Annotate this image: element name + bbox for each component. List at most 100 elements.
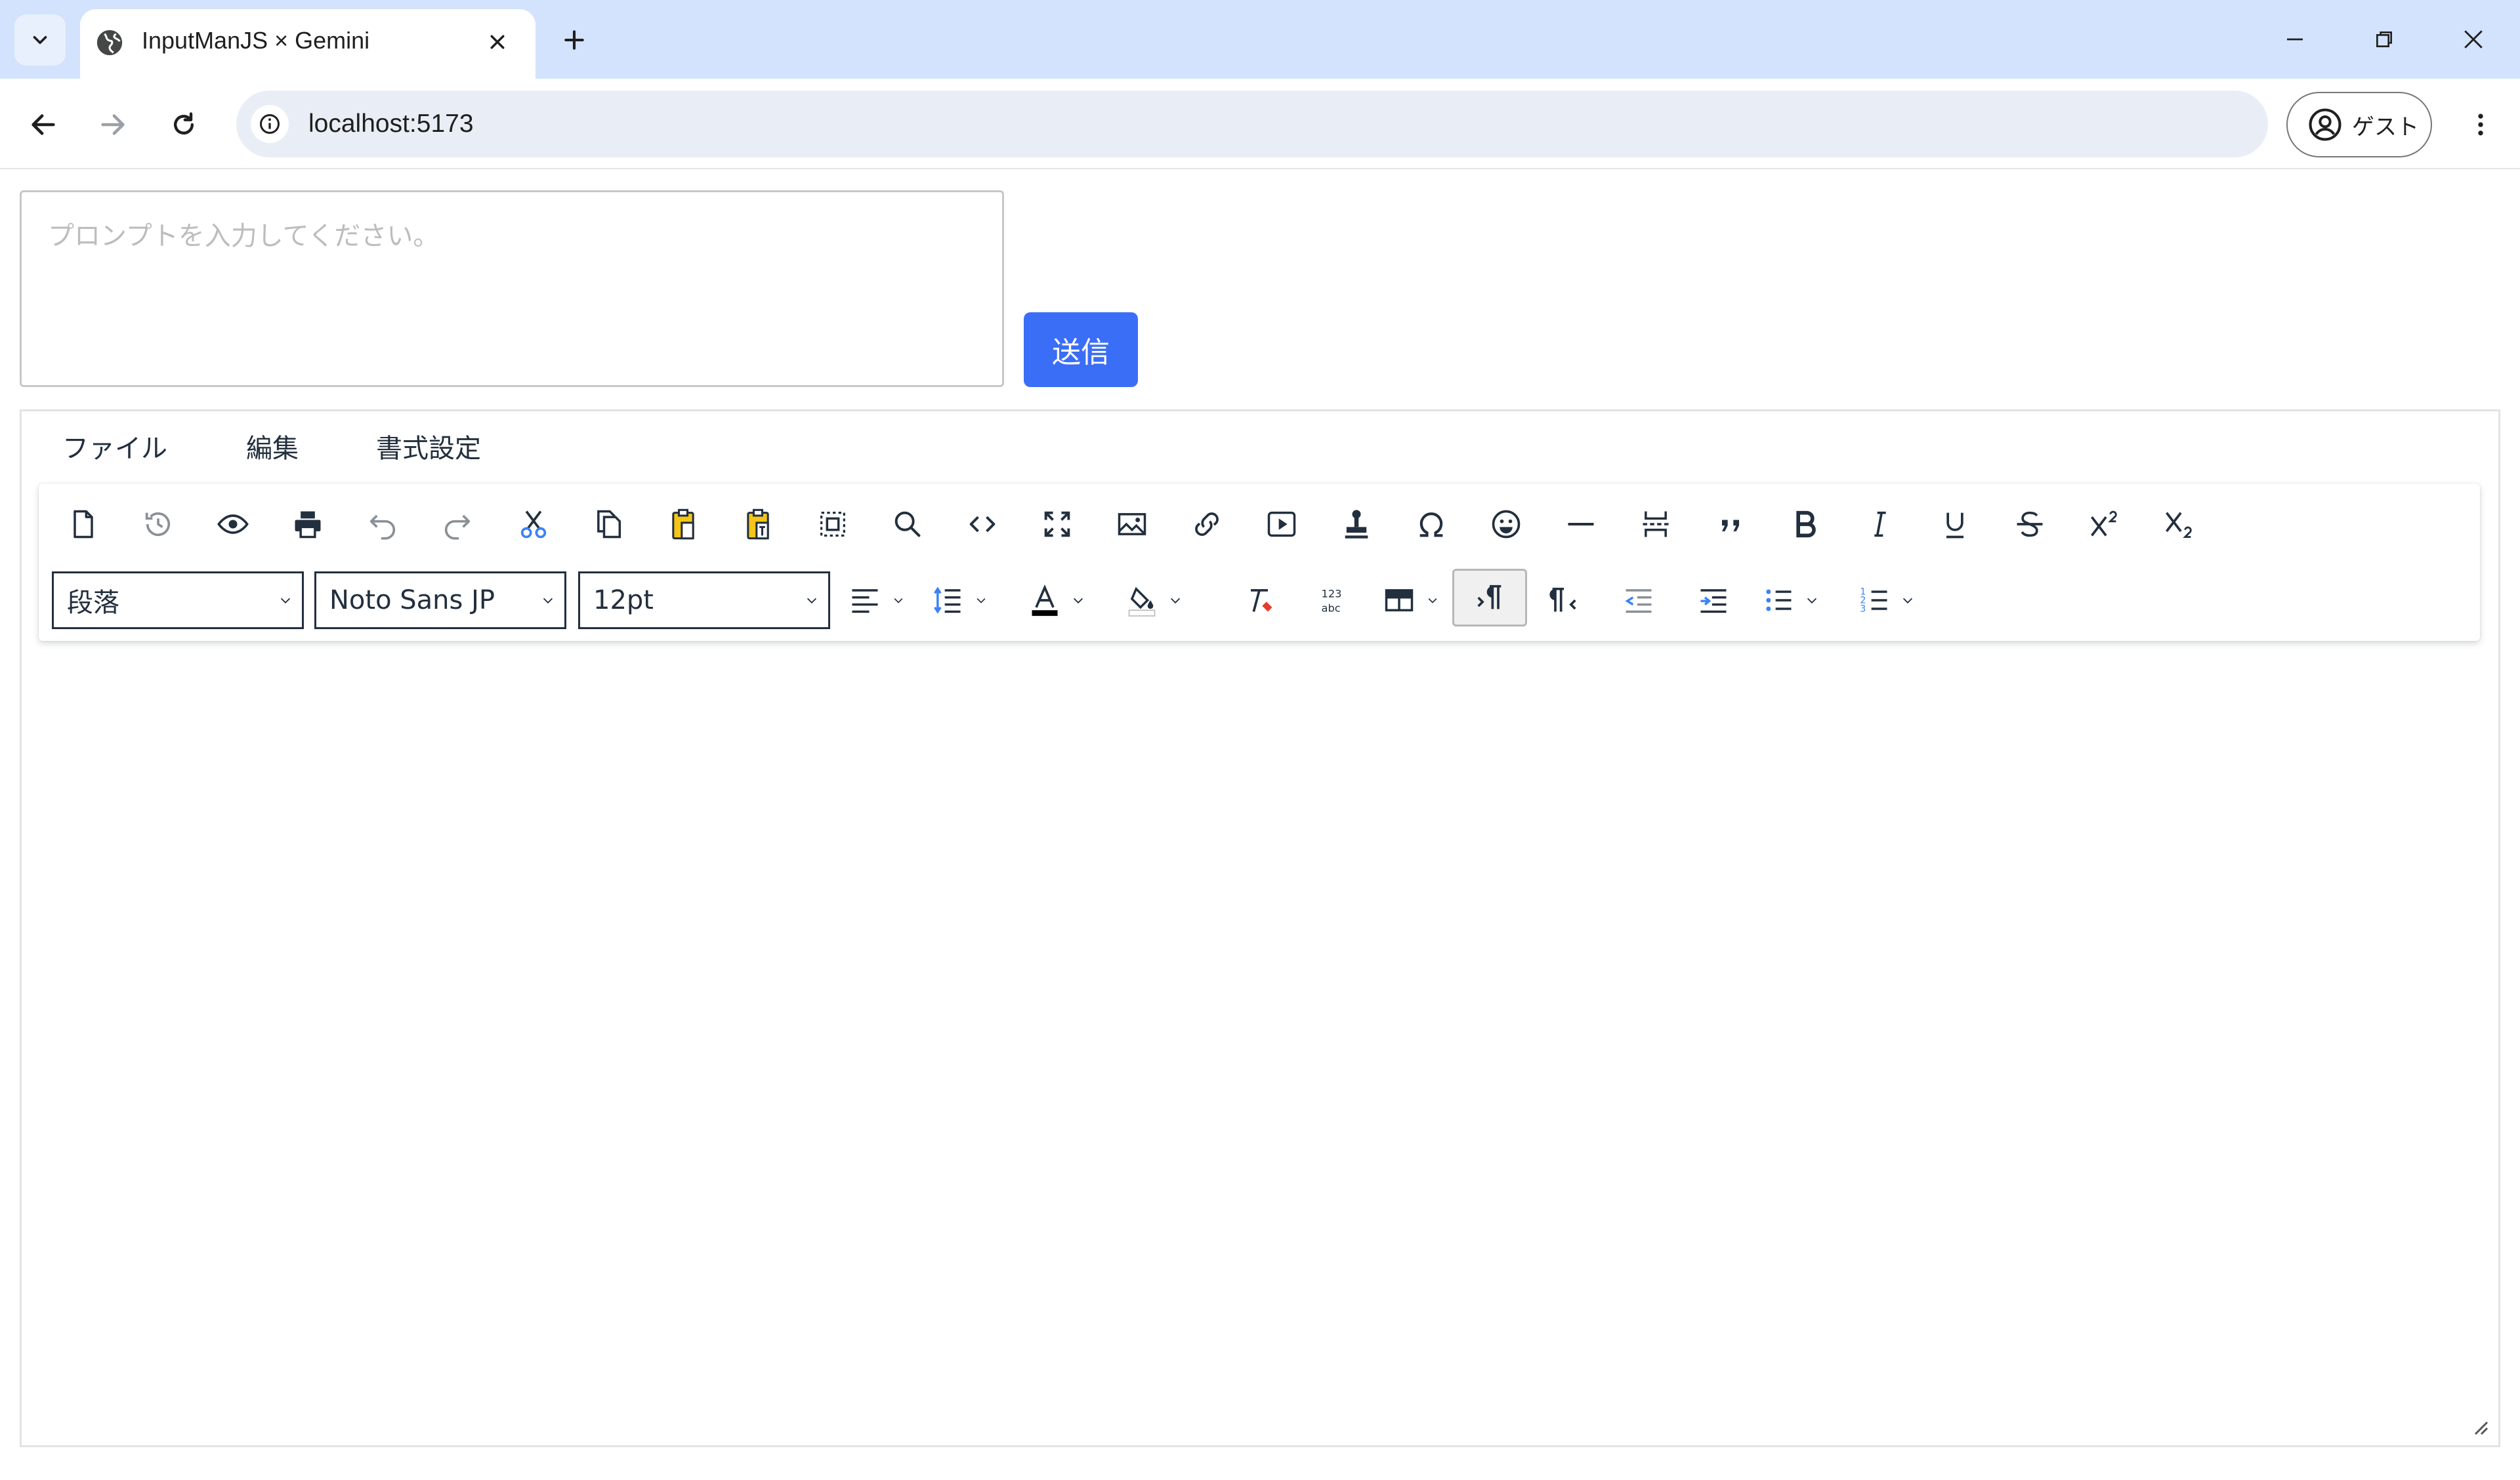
page-content: 送信 ファイル 編集 書式設定 <box>0 169 2520 1480</box>
copy-icon <box>597 510 621 539</box>
bullet-list-button[interactable] <box>1757 571 1824 629</box>
highlight-color-button[interactable] <box>1120 571 1187 629</box>
table-button[interactable] <box>1377 571 1444 629</box>
font-size-select[interactable]: 12pt <box>578 571 830 629</box>
chevron-down-icon <box>543 598 553 604</box>
preview-button[interactable] <box>201 493 264 556</box>
editor-content-area[interactable] <box>22 645 2498 1445</box>
chevron-down-icon <box>280 598 291 604</box>
prompt-input[interactable] <box>20 190 1004 387</box>
chevron-down-icon <box>976 598 986 604</box>
print-button[interactable] <box>276 493 339 556</box>
send-button[interactable]: 送信 <box>1024 312 1138 387</box>
chevron-down-icon <box>1170 598 1181 604</box>
special-character-button[interactable] <box>1400 493 1463 556</box>
tab-search-button[interactable] <box>14 14 66 66</box>
horizontal-line-button[interactable] <box>1549 493 1612 556</box>
search-icon <box>894 511 921 537</box>
active-tab[interactable]: InputManJS × Gemini <box>80 9 536 79</box>
profile-label: ゲスト <box>2352 113 2419 140</box>
ltr-button[interactable] <box>1452 569 1527 627</box>
image-button[interactable] <box>1101 493 1164 556</box>
undo-button[interactable] <box>351 493 414 556</box>
preview-icon <box>217 514 249 534</box>
profile-button[interactable]: ゲスト <box>2286 92 2432 157</box>
paint-bucket-icon <box>1128 586 1156 617</box>
paste-text-button[interactable] <box>726 493 789 556</box>
blockquote-button[interactable] <box>1699 493 1762 556</box>
outdent-icon <box>1625 589 1652 613</box>
table-icon <box>1385 589 1414 611</box>
align-button[interactable] <box>843 571 910 629</box>
emoji-button[interactable] <box>1475 493 1538 556</box>
strikethrough-icon <box>2017 511 2043 537</box>
underline-button[interactable] <box>1923 493 1986 556</box>
superscript-icon <box>2091 510 2117 537</box>
redo-button[interactable] <box>426 493 489 556</box>
history-button[interactable] <box>127 493 190 556</box>
minimize-button[interactable] <box>2259 12 2331 67</box>
menu-format[interactable]: 書式設定 <box>376 426 481 472</box>
fullscreen-icon <box>1044 511 1070 537</box>
media-icon <box>1267 511 1296 537</box>
reload-button[interactable] <box>158 98 210 151</box>
font-family-select[interactable]: Noto Sans JP <box>314 571 566 629</box>
bold-button[interactable] <box>1774 493 1837 556</box>
restore-icon <box>2376 31 2392 47</box>
history-icon <box>145 512 171 537</box>
reload-icon <box>173 112 194 135</box>
subscript-button[interactable] <box>2148 493 2211 556</box>
more-vertical-icon <box>2478 113 2483 136</box>
link-button[interactable] <box>1175 493 1238 556</box>
back-button[interactable] <box>17 98 70 151</box>
clear-format-button[interactable] <box>1228 569 1291 632</box>
copy-button[interactable] <box>577 493 640 556</box>
superscript-button[interactable] <box>2073 493 2136 556</box>
numbered-list-button[interactable]: 123 <box>1853 571 1920 629</box>
bullet-list-icon <box>1766 589 1792 611</box>
browser-menu-button[interactable] <box>2454 98 2507 151</box>
text-color-button[interactable] <box>1023 571 1090 629</box>
menu-file[interactable]: ファイル <box>62 426 167 472</box>
text-color-icon <box>1032 584 1058 616</box>
media-button[interactable] <box>1250 493 1313 556</box>
print-icon <box>295 511 321 539</box>
globe-icon <box>96 30 123 56</box>
cut-button[interactable] <box>502 493 565 556</box>
emoji-icon <box>1492 510 1521 539</box>
resize-handle-icon[interactable] <box>2469 1416 2489 1436</box>
block-format-select[interactable]: 段落 <box>52 571 304 629</box>
strikethrough-button[interactable] <box>1998 493 2061 556</box>
page-break-button[interactable] <box>1624 493 1687 556</box>
select-all-button[interactable] <box>801 493 864 556</box>
site-info-icon[interactable] <box>251 105 289 143</box>
underline-icon <box>1946 512 1964 539</box>
stamp-button[interactable] <box>1325 493 1388 556</box>
chevron-down-icon <box>807 598 817 604</box>
address-bar[interactable]: localhost:5173 <box>236 91 2268 157</box>
forward-button[interactable] <box>87 98 139 151</box>
page-break-icon <box>1643 511 1669 537</box>
line-height-button[interactable] <box>926 571 993 629</box>
new-document-button[interactable] <box>52 493 115 556</box>
indent-button[interactable] <box>1682 569 1745 632</box>
rtl-button[interactable] <box>1532 569 1595 632</box>
fullscreen-button[interactable] <box>1026 493 1089 556</box>
paste-button[interactable] <box>652 493 715 556</box>
source-code-button[interactable] <box>951 493 1014 556</box>
outdent-button[interactable] <box>1607 569 1670 632</box>
restore-button[interactable] <box>2348 12 2420 67</box>
tab-close-button[interactable] <box>480 25 514 59</box>
spellcheck-button[interactable]: 123 abc <box>1303 569 1366 632</box>
spellcheck-icon: 123 abc <box>1322 588 1342 615</box>
new-tab-button[interactable] <box>553 18 596 62</box>
close-window-button[interactable] <box>2437 12 2510 67</box>
svg-text:123: 123 <box>1322 588 1342 600</box>
editor-menubar: ファイル 編集 書式設定 <box>22 411 2498 483</box>
italic-button[interactable] <box>1849 493 1912 556</box>
send-button-label: 送信 <box>1052 336 1110 369</box>
new-document-icon <box>74 510 93 539</box>
search-replace-button[interactable] <box>876 493 939 556</box>
menu-edit[interactable]: 編集 <box>246 426 299 472</box>
blockquote-icon <box>1722 520 1739 531</box>
